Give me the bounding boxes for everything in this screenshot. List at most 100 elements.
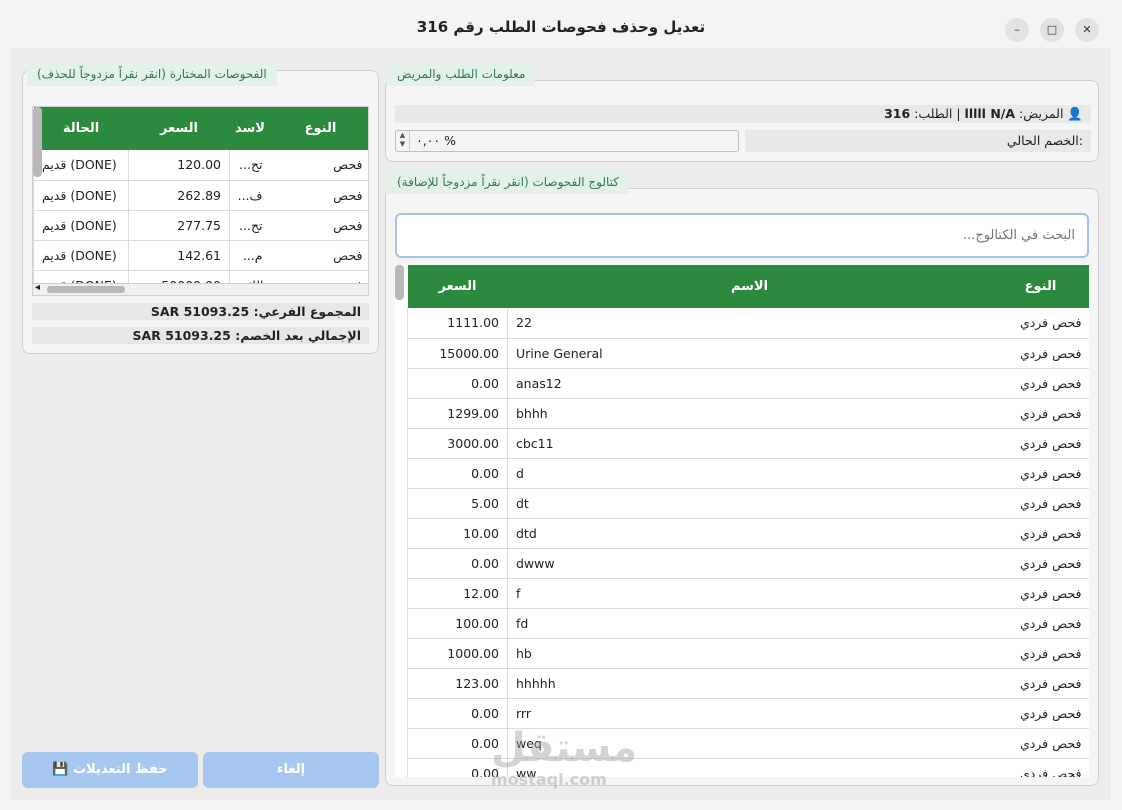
watermark-url: mostaql.com	[491, 770, 607, 789]
cell-status: قديم (DONE)	[33, 180, 129, 211]
cell-name: dt	[507, 488, 992, 519]
cell-price: 277.75	[128, 210, 230, 241]
column-header-status[interactable]: الحالة	[33, 107, 129, 150]
cell-type: فحص فردي	[991, 698, 1089, 729]
cell-price: 100.00	[407, 608, 508, 639]
cell-type: فحص فردي	[991, 398, 1089, 429]
close-button[interactable]: ✕	[1075, 18, 1099, 42]
cell-name: Urine General	[507, 338, 992, 369]
cell-status: قديم (DONE)	[33, 210, 129, 241]
column-header-price[interactable]: السعر	[128, 107, 230, 150]
cell-name: م...	[229, 240, 271, 271]
minimize-button[interactable]: –	[1005, 18, 1029, 42]
catalog-search-input[interactable]	[395, 213, 1089, 258]
discount-spinbox[interactable]: ▲ ▼ ٠,٠٠ %	[395, 130, 739, 152]
table-row[interactable]: فحص فردي dt 5.00	[407, 488, 1089, 519]
table-row[interactable]: فحص فردي Urine General 15000.00	[407, 338, 1089, 369]
cell-type: فحص فردي	[991, 488, 1089, 519]
cell-price: 1111.00	[407, 308, 508, 339]
save-button[interactable]: 💾 حفظ التعديلات	[22, 752, 198, 788]
cell-name: f	[507, 578, 992, 609]
cell-price: 0.00	[407, 698, 508, 729]
patient-label: المريض:	[1019, 106, 1064, 121]
cell-status: قديم (DONE)	[33, 150, 129, 181]
column-header-name[interactable]: لاسد	[229, 107, 271, 150]
table-row[interactable]: فحص فردي rrr 0.00	[407, 698, 1089, 729]
cell-name: rrr	[507, 698, 992, 729]
total-label: الإجمالي بعد الخصم:	[235, 328, 361, 343]
table-row[interactable]: فحص فردي anas12 0.00	[407, 368, 1089, 399]
cell-price: 5.00	[407, 488, 508, 519]
cell-name: cbc11	[507, 428, 992, 459]
cell-type: فحص	[270, 180, 368, 211]
cell-type: فحص فردي	[991, 518, 1089, 549]
horizontal-scroll-thumb[interactable]	[47, 286, 125, 293]
cell-type: فحص فردي	[991, 668, 1089, 699]
column-header-type[interactable]: النوع	[270, 107, 368, 150]
cell-price: 1000.00	[407, 638, 508, 669]
cancel-button[interactable]: إلغاء	[203, 752, 379, 788]
table-row[interactable]: فحص فردي 22 1111.00	[407, 308, 1089, 339]
table-row[interactable]: فحص تح... 277.75 قديم (DONE)	[33, 210, 368, 241]
table-row[interactable]: فحص فردي dwww 0.00	[407, 548, 1089, 579]
column-header-type[interactable]: النوع	[991, 265, 1089, 308]
subtotal-label: المجموع الفرعي:	[253, 304, 361, 319]
subtotal-value: SAR 51093.25	[150, 304, 250, 319]
table-row[interactable]: فحص فردي hhhhh 123.00	[407, 668, 1089, 699]
cell-type: فحص فردي	[991, 548, 1089, 579]
horizontal-scrollbar[interactable]: ◂	[33, 282, 368, 295]
discount-value[interactable]: ٠,٠٠ %	[416, 131, 456, 151]
table-row[interactable]: فحص فردي d 0.00	[407, 458, 1089, 489]
catalog-title: كتالوج الفحوصات (انقر نقراً مزدوجاً للإض…	[387, 170, 629, 194]
cell-name: ف...	[229, 180, 271, 211]
watermark-logo: مستقل	[491, 725, 638, 771]
selected-tests-table[interactable]: النوع لاسد السعر الحالة فحص تح... 120.00 قد…	[32, 106, 369, 296]
cell-price: 12.00	[407, 578, 508, 609]
cell-price: 0.00	[407, 458, 508, 489]
cell-price: 123.00	[407, 668, 508, 699]
total-value: SAR 51093.25	[132, 328, 231, 343]
table-row[interactable]: فحص فردي fd 100.00	[407, 608, 1089, 639]
patient-name: lllll N/A	[964, 106, 1016, 121]
cell-type: فحص	[270, 240, 368, 271]
cell-price: 0.00	[407, 548, 508, 579]
total-row: الإجمالي بعد الخصم: SAR 51093.25	[32, 327, 369, 344]
separator: |	[956, 106, 961, 121]
column-header-price[interactable]: السعر	[407, 265, 508, 308]
column-header-name[interactable]: الاسم	[507, 265, 992, 308]
table-row[interactable]: فحص فردي hb 1000.00	[407, 638, 1089, 669]
cell-type: فحص	[270, 210, 368, 241]
cell-type: فحص فردي	[991, 578, 1089, 609]
cell-name: تح...	[229, 210, 271, 241]
cell-name: bhhh	[507, 398, 992, 429]
patient-info-row: 👤 المريض: lllll N/A | الطلب: 316	[395, 105, 1091, 123]
cell-price: 142.61	[128, 240, 230, 271]
table-row[interactable]: فحص م... 142.61 قديم (DONE)	[33, 240, 368, 271]
order-info-title: معلومات الطلب والمريض	[387, 62, 536, 86]
table-row[interactable]: فحص فردي bhhh 1299.00	[407, 398, 1089, 429]
table-row[interactable]: فحص تح... 120.00 قديم (DONE)	[33, 150, 368, 181]
table-row[interactable]: فحص فردي dtd 10.00	[407, 518, 1089, 549]
selected-tests-title: الفحوصات المختارة (انقر نقراً مزدوجاً لل…	[27, 62, 277, 86]
cell-type: فحص فردي	[991, 368, 1089, 399]
maximize-button[interactable]: □	[1040, 18, 1064, 42]
vertical-scrollbar[interactable]	[33, 107, 42, 177]
table-row[interactable]: فحص ف... 262.89 قديم (DONE)	[33, 180, 368, 211]
vertical-scrollbar[interactable]	[395, 265, 404, 300]
main-panel: الفحوصات المختارة (انقر نقراً مزدوجاً لل…	[11, 48, 1111, 800]
order-number: 316	[884, 106, 911, 121]
cell-name: 22	[507, 308, 992, 339]
cell-status: قديم (DONE)	[33, 240, 129, 271]
spin-arrows-icon[interactable]: ▲ ▼	[396, 131, 410, 151]
cell-type: فحص فردي	[991, 338, 1089, 369]
table-row[interactable]: فحص فردي f 12.00	[407, 578, 1089, 609]
cell-price: 3000.00	[407, 428, 508, 459]
cell-name: تح...	[229, 150, 271, 181]
floppy-disk-icon: 💾	[52, 762, 69, 777]
catalog-table[interactable]: النوع الاسم السعر فحص فردي 22 1111.00 فحص ف…	[395, 265, 1089, 777]
scroll-left-arrow-icon[interactable]: ◂	[35, 282, 40, 293]
table-row[interactable]: فحص فردي cbc11 3000.00	[407, 428, 1089, 459]
cell-name: hhhhh	[507, 668, 992, 699]
cell-name: fd	[507, 608, 992, 639]
save-button-label: حفظ التعديلات	[73, 762, 168, 777]
